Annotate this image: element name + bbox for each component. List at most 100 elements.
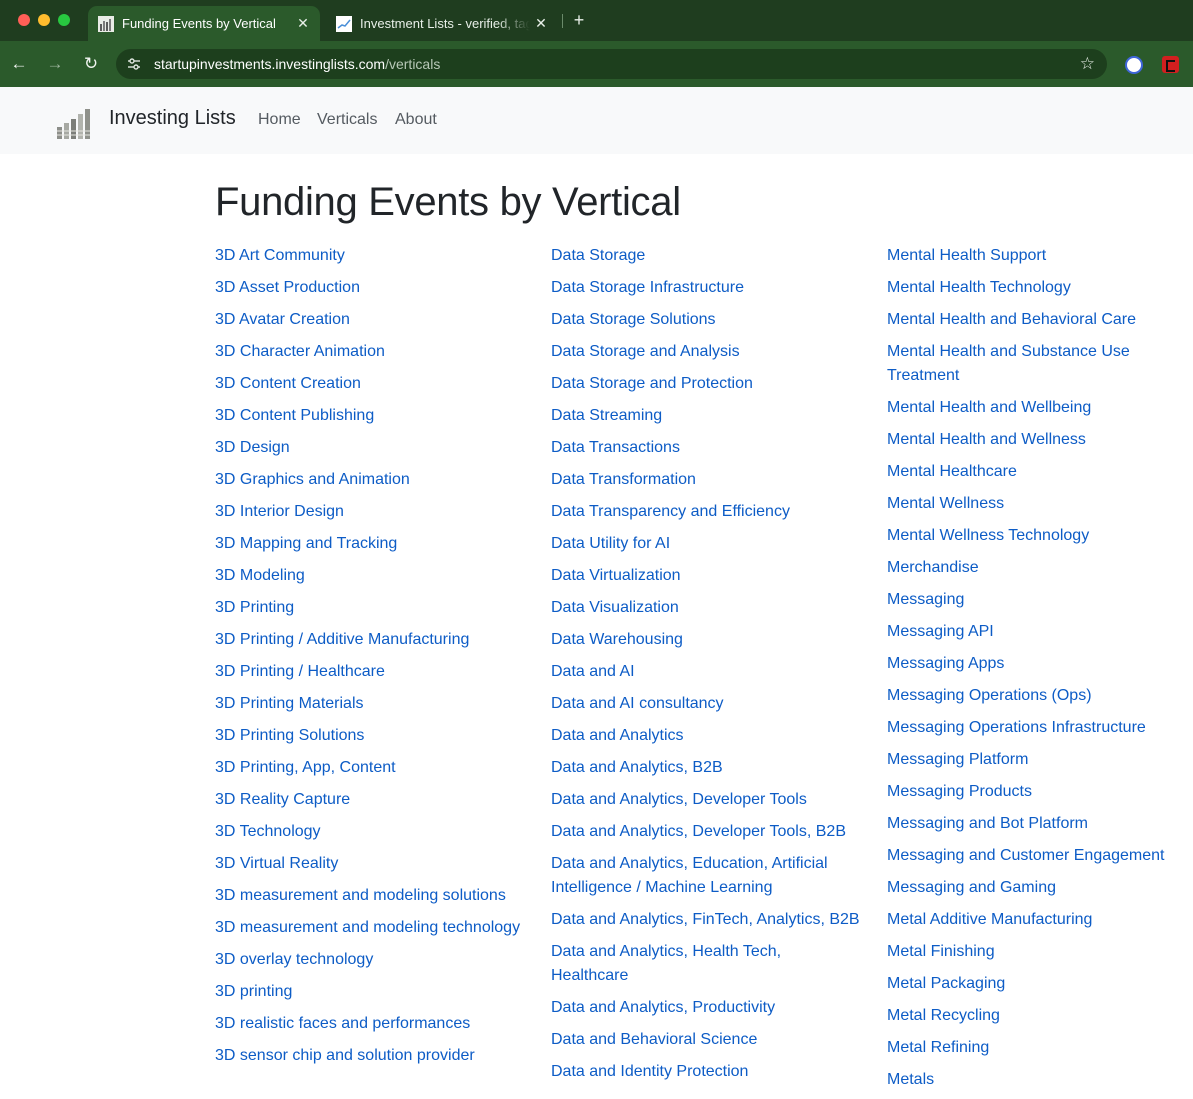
vertical-link[interactable]: Data Storage Infrastructure	[551, 276, 861, 300]
vertical-link[interactable]: Merchandise	[887, 556, 1187, 580]
vertical-link[interactable]: Data and Analytics, Productivity	[551, 996, 861, 1020]
vertical-link[interactable]: 3D Interior Design	[215, 500, 525, 524]
vertical-link[interactable]: Mental Wellness Technology	[887, 524, 1187, 548]
vertical-link[interactable]: Metal Finishing	[887, 940, 1187, 964]
vertical-link[interactable]: 3D Reality Capture	[215, 788, 525, 812]
vertical-link[interactable]: Data Storage and Analysis	[551, 340, 861, 364]
vertical-link[interactable]: 3D Asset Production	[215, 276, 525, 300]
vertical-link[interactable]: Metals	[887, 1068, 1187, 1092]
vertical-link[interactable]: 3D Technology	[215, 820, 525, 844]
vertical-link[interactable]: 3D Avatar Creation	[215, 308, 525, 332]
vertical-link[interactable]: 3D overlay technology	[215, 948, 525, 972]
vertical-link[interactable]: 3D Printing Solutions	[215, 724, 525, 748]
back-arrow-icon[interactable]: ←	[8, 53, 30, 75]
vertical-link[interactable]: 3D Graphics and Animation	[215, 468, 525, 492]
maximize-window-button[interactable]	[58, 14, 70, 26]
vertical-link[interactable]: 3D Content Publishing	[215, 404, 525, 428]
vertical-link[interactable]: 3D Virtual Reality	[215, 852, 525, 876]
vertical-link[interactable]: Metal Recycling	[887, 1004, 1187, 1028]
vertical-link[interactable]: Data Storage Solutions	[551, 308, 861, 332]
vertical-link[interactable]: Data and Behavioral Science	[551, 1028, 861, 1052]
vertical-link[interactable]: 3D measurement and modeling technology	[215, 916, 525, 940]
coin-stacks-logo-icon[interactable]	[54, 105, 94, 141]
vertical-link[interactable]: 3D Content Creation	[215, 372, 525, 396]
vertical-link[interactable]: 3D Design	[215, 436, 525, 460]
url-text[interactable]: startupinvestments.investinglists.com/ve…	[154, 56, 440, 72]
vertical-link[interactable]: Mental Healthcare	[887, 460, 1187, 484]
vertical-link[interactable]: Mental Health and Wellbeing	[887, 396, 1187, 420]
vertical-link[interactable]: 3D Art Community	[215, 244, 525, 268]
vertical-link[interactable]: Messaging API	[887, 620, 1187, 644]
tab-close-icon[interactable]: ✕	[530, 15, 552, 32]
vertical-link[interactable]: Data and Analytics, FinTech, Analytics, …	[551, 908, 861, 932]
brand-name[interactable]: Investing Lists	[109, 107, 236, 130]
extension-icon[interactable]	[1125, 56, 1143, 74]
vertical-link[interactable]: Data Visualization	[551, 596, 861, 620]
extension-icon[interactable]	[1162, 56, 1179, 73]
vertical-link[interactable]: Mental Health and Behavioral Care	[887, 308, 1187, 332]
vertical-link[interactable]: Data Storage	[551, 244, 861, 268]
vertical-link[interactable]: Data and AI	[551, 660, 861, 684]
vertical-link[interactable]: Messaging and Bot Platform	[887, 812, 1187, 836]
vertical-link[interactable]: Data and Analytics, B2B	[551, 756, 861, 780]
vertical-link[interactable]: 3D Printing	[215, 596, 525, 620]
vertical-link[interactable]: 3D Printing / Additive Manufacturing	[215, 628, 525, 652]
vertical-link[interactable]: Data Virtualization	[551, 564, 861, 588]
address-bar[interactable]: startupinvestments.investinglists.com/ve…	[116, 49, 1107, 79]
minimize-window-button[interactable]	[38, 14, 50, 26]
nav-link-home[interactable]: Home	[258, 111, 301, 129]
bookmark-star-icon[interactable]: ☆	[1080, 54, 1095, 74]
vertical-link[interactable]: Data and Analytics	[551, 724, 861, 748]
reload-icon[interactable]: ↻	[80, 53, 102, 75]
vertical-link[interactable]: Messaging Operations (Ops)	[887, 684, 1187, 708]
nav-link-verticals[interactable]: Verticals	[317, 111, 377, 129]
vertical-link[interactable]: Messaging Apps	[887, 652, 1187, 676]
vertical-link[interactable]: Data and Analytics, Developer Tools	[551, 788, 861, 812]
vertical-link[interactable]: Mental Health Technology	[887, 276, 1187, 300]
vertical-link[interactable]: 3D Modeling	[215, 564, 525, 588]
vertical-link[interactable]: Data Storage and Protection	[551, 372, 861, 396]
site-settings-icon[interactable]	[126, 56, 142, 72]
vertical-link[interactable]: Mental Health and Substance Use Treatmen…	[887, 340, 1187, 388]
vertical-link[interactable]: Mental Health Support	[887, 244, 1187, 268]
vertical-link[interactable]: 3D Printing, App, Content	[215, 756, 525, 780]
vertical-link[interactable]: Mental Health and Wellness	[887, 428, 1187, 452]
vertical-link[interactable]: Messaging Platform	[887, 748, 1187, 772]
vertical-link[interactable]: Messaging	[887, 588, 1187, 612]
tab-funding-events[interactable]: Funding Events by Vertical ✕	[88, 6, 320, 41]
tab-close-icon[interactable]: ✕	[292, 15, 314, 32]
vertical-link[interactable]: Data and Analytics, Health Tech, Healthc…	[551, 940, 861, 988]
vertical-link[interactable]: 3D Character Animation	[215, 340, 525, 364]
vertical-link[interactable]: Metal Refining	[887, 1036, 1187, 1060]
vertical-link[interactable]: 3D Mapping and Tracking	[215, 532, 525, 556]
tab-investment-lists[interactable]: Investment Lists - verified, tagged ✕	[326, 6, 558, 41]
vertical-link[interactable]: Metal Packaging	[887, 972, 1187, 996]
vertical-link[interactable]: Messaging Products	[887, 780, 1187, 804]
vertical-link[interactable]: Messaging and Gaming	[887, 876, 1187, 900]
vertical-link[interactable]: Data and Identity Protection	[551, 1060, 861, 1084]
vertical-link[interactable]: Mental Wellness	[887, 492, 1187, 516]
vertical-link[interactable]: 3D Printing Materials	[215, 692, 525, 716]
new-tab-button[interactable]: +	[570, 10, 588, 30]
vertical-link[interactable]: Data Transparency and Efficiency	[551, 500, 861, 524]
vertical-link[interactable]: Data Warehousing	[551, 628, 861, 652]
nav-link-about[interactable]: About	[395, 111, 437, 129]
close-window-button[interactable]	[18, 14, 30, 26]
vertical-link[interactable]: Messaging Operations Infrastructure	[887, 716, 1187, 740]
vertical-link[interactable]: Data Transformation	[551, 468, 861, 492]
vertical-link[interactable]: Data Utility for AI	[551, 532, 861, 556]
vertical-link[interactable]: Messaging and Customer Engagement	[887, 844, 1187, 868]
forward-arrow-icon[interactable]: →	[44, 53, 66, 75]
vertical-link[interactable]: Data Transactions	[551, 436, 861, 460]
vertical-link[interactable]: 3D measurement and modeling solutions	[215, 884, 525, 908]
vertical-link[interactable]: Metal Additive Manufacturing	[887, 908, 1187, 932]
vertical-link[interactable]: Data and AI consultancy	[551, 692, 861, 716]
browser-tab-bar: Funding Events by Vertical ✕ Investment …	[0, 0, 1193, 41]
vertical-link[interactable]: 3D realistic faces and performances	[215, 1012, 525, 1036]
vertical-link[interactable]: Data and Analytics, Developer Tools, B2B	[551, 820, 861, 844]
vertical-link[interactable]: 3D sensor chip and solution provider	[215, 1044, 525, 1068]
vertical-link[interactable]: Data and Analytics, Education, Artificia…	[551, 852, 861, 900]
vertical-link[interactable]: 3D Printing / Healthcare	[215, 660, 525, 684]
vertical-link[interactable]: 3D printing	[215, 980, 525, 1004]
vertical-link[interactable]: Data Streaming	[551, 404, 861, 428]
